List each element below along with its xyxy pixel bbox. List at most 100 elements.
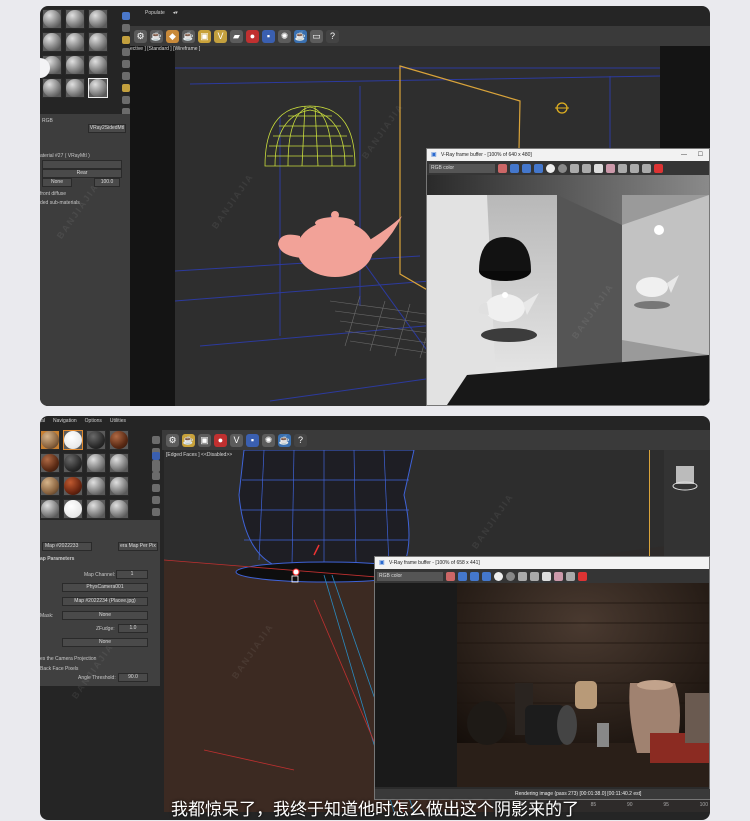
material-slot[interactable] bbox=[109, 499, 129, 519]
material-slot[interactable] bbox=[63, 499, 83, 519]
menu-utilities[interactable]: Utilities bbox=[110, 416, 126, 426]
vray-toolbar-icon[interactable]: ▰ bbox=[230, 29, 243, 43]
channel-dropdown[interactable]: RGB color bbox=[377, 571, 443, 581]
material-slot[interactable] bbox=[86, 430, 106, 450]
tool-icon[interactable] bbox=[152, 508, 160, 516]
map-dropdown[interactable]: Map #2022233 bbox=[42, 542, 92, 551]
channel-dropdown[interactable]: RGB color bbox=[429, 163, 495, 173]
material-slot[interactable] bbox=[86, 499, 106, 519]
material-slot[interactable] bbox=[88, 55, 108, 75]
tool-icon[interactable] bbox=[152, 436, 160, 444]
load-icon[interactable] bbox=[530, 571, 539, 581]
save-icon[interactable] bbox=[518, 571, 527, 581]
material-slot[interactable] bbox=[88, 78, 108, 98]
light-icon[interactable]: ✺ bbox=[278, 29, 291, 43]
material-slot[interactable] bbox=[65, 9, 85, 29]
region-icon[interactable] bbox=[618, 163, 627, 173]
blue-teapot-icon[interactable]: ☕ bbox=[278, 433, 291, 447]
clear-icon[interactable] bbox=[594, 163, 603, 173]
tool-icon[interactable] bbox=[122, 24, 130, 32]
tool-icon[interactable] bbox=[122, 12, 130, 20]
menu-material[interactable]: ial bbox=[40, 416, 45, 426]
stop-icon[interactable] bbox=[578, 571, 587, 581]
material-slot[interactable] bbox=[109, 476, 129, 496]
back-map-button[interactable]: None bbox=[42, 178, 72, 187]
material-slot[interactable] bbox=[65, 32, 85, 52]
dropdown-arrow-icon[interactable]: ◂▾ bbox=[173, 8, 178, 18]
mask-button[interactable]: None bbox=[62, 611, 148, 620]
alpha-icon[interactable] bbox=[494, 571, 503, 581]
mono-icon[interactable] bbox=[558, 163, 567, 173]
red-render-icon[interactable]: ● bbox=[214, 433, 227, 447]
teapot-icon[interactable]: ☕ bbox=[182, 29, 195, 43]
color-icon[interactable] bbox=[498, 163, 507, 173]
minimize-icon[interactable]: — bbox=[681, 149, 687, 161]
material-slot[interactable] bbox=[42, 9, 62, 29]
load-icon[interactable] bbox=[582, 163, 591, 173]
region-icon[interactable] bbox=[566, 571, 575, 581]
tool-icon[interactable] bbox=[122, 84, 130, 92]
mono-icon[interactable] bbox=[506, 571, 515, 581]
tool-icon[interactable] bbox=[152, 464, 160, 472]
vray-icon[interactable]: V bbox=[214, 29, 227, 43]
alpha-icon[interactable] bbox=[546, 163, 555, 173]
maximize-icon[interactable]: ☐ bbox=[698, 149, 703, 161]
color-icon[interactable] bbox=[446, 571, 455, 581]
angle-spinner[interactable]: 90.0 bbox=[118, 673, 148, 682]
help-icon[interactable]: ? bbox=[294, 433, 307, 447]
material-editor-icon[interactable]: ◆ bbox=[166, 29, 179, 43]
green-channel-icon[interactable] bbox=[522, 163, 531, 173]
red-channel-icon[interactable] bbox=[458, 571, 467, 581]
blue-icon[interactable]: ▪ bbox=[262, 29, 275, 43]
render-icon[interactable]: ☕ bbox=[150, 29, 163, 43]
rear-field[interactable]: Rear bbox=[42, 169, 122, 178]
menu-navigation[interactable]: Navigation bbox=[53, 416, 77, 426]
tool-icon[interactable] bbox=[152, 496, 160, 504]
material-slot[interactable] bbox=[65, 78, 85, 98]
viewport-label[interactable]: ective ] [Standard ] [Wireframe ] bbox=[130, 46, 200, 52]
tool-icon[interactable] bbox=[152, 484, 160, 492]
material-type-dropdown[interactable]: VRay2SidedMtl bbox=[88, 124, 126, 133]
camera-icon[interactable]: ▭ bbox=[310, 29, 323, 43]
material-slot[interactable] bbox=[42, 32, 62, 52]
render-setup-icon[interactable]: ⚙ bbox=[134, 29, 147, 43]
tool-icon[interactable] bbox=[122, 36, 130, 44]
material-slot[interactable] bbox=[63, 430, 83, 450]
material-slot[interactable] bbox=[86, 476, 106, 496]
blue-channel-icon[interactable] bbox=[534, 163, 543, 173]
save-icon[interactable] bbox=[570, 163, 579, 173]
green-channel-icon[interactable] bbox=[470, 571, 479, 581]
material-slot[interactable] bbox=[40, 476, 60, 496]
red-channel-icon[interactable] bbox=[510, 163, 519, 173]
teapot-render-icon[interactable] bbox=[642, 163, 651, 173]
red-render-icon[interactable]: ● bbox=[246, 29, 259, 43]
clear-icon[interactable] bbox=[542, 571, 551, 581]
map-file-button[interactable]: Map #2022234 (Placee.jpg) bbox=[62, 597, 148, 606]
tool-icon[interactable] bbox=[122, 60, 130, 68]
menu-options[interactable]: Options bbox=[85, 416, 102, 426]
material-slot-field[interactable] bbox=[42, 160, 122, 169]
vray-icon[interactable]: V bbox=[230, 433, 243, 447]
material-slot[interactable] bbox=[86, 453, 106, 473]
link-icon[interactable] bbox=[630, 163, 639, 173]
help-icon[interactable]: ? bbox=[326, 29, 339, 43]
zfudge-spinner[interactable]: 1.0 bbox=[118, 624, 148, 633]
light-icon[interactable]: ✺ bbox=[262, 433, 275, 447]
material-slot[interactable] bbox=[109, 453, 129, 473]
render-frame-icon[interactable]: ▣ bbox=[198, 433, 211, 447]
material-slot[interactable] bbox=[40, 499, 60, 519]
map-channel-spinner[interactable]: 1 bbox=[116, 570, 148, 579]
material-slot[interactable] bbox=[88, 32, 108, 52]
track-mouse-icon[interactable] bbox=[554, 571, 563, 581]
material-slot[interactable] bbox=[109, 430, 129, 450]
track-mouse-icon[interactable] bbox=[606, 163, 615, 173]
tool-icon[interactable] bbox=[152, 452, 160, 460]
blue-channel-icon[interactable] bbox=[482, 571, 491, 581]
camera-button[interactable]: PhysCamera001 bbox=[62, 583, 148, 592]
tool-icon[interactable] bbox=[122, 72, 130, 80]
material-slot[interactable] bbox=[63, 476, 83, 496]
material-slot[interactable] bbox=[65, 55, 85, 75]
tool-icon[interactable] bbox=[152, 472, 160, 480]
viewport-label[interactable]: [Edged Faces ] <<Disabled>> bbox=[166, 452, 232, 458]
tool-icon[interactable] bbox=[122, 96, 130, 104]
